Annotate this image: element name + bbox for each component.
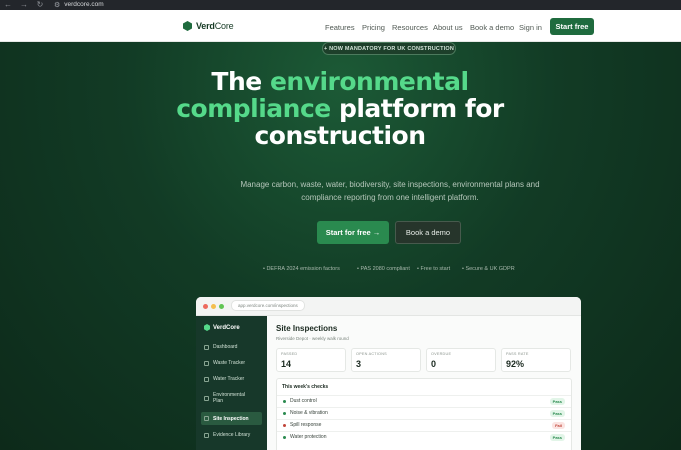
sidebar-item-evidence-library[interactable]: Evidence Library bbox=[201, 430, 262, 440]
status-dot-icon bbox=[283, 436, 286, 439]
status-dot-icon bbox=[283, 412, 286, 415]
sidebar-item-label: Site Inspection bbox=[213, 415, 249, 422]
announcement-badge[interactable]: + NOW MANDATORY FOR UK CONSTRUCTION bbox=[322, 42, 456, 55]
book-demo-button[interactable]: Book a demo bbox=[395, 221, 461, 244]
sidebar-item-water-tracker[interactable]: Water Tracker bbox=[201, 374, 262, 384]
stat-card-pass-rate: PASS RATE 92% bbox=[501, 348, 571, 372]
stat-label: PASS RATE bbox=[506, 352, 529, 356]
check-row[interactable]: Spill response Fail bbox=[277, 419, 571, 431]
check-row[interactable]: Dust control Pass bbox=[277, 395, 571, 407]
stat-card-open-actions: OPEN ACTIONS 3 bbox=[351, 348, 421, 372]
browser-toolbar: ← → ↻ ⚙ verdcore.com bbox=[0, 0, 681, 10]
check-row[interactable]: Water protection Pass bbox=[277, 431, 571, 443]
hero-headline: The environmental compliance platform fo… bbox=[150, 68, 530, 149]
sidebar-item-label: Environmental Plan bbox=[213, 392, 245, 404]
checks-title: This week's checks bbox=[282, 384, 329, 390]
sidebar-item-label: Evidence Library bbox=[213, 432, 251, 438]
brand-name-bold: Verd bbox=[196, 21, 215, 31]
feature-item: • Secure & UK GDPR bbox=[462, 266, 515, 272]
app-brand-rest: Core bbox=[226, 324, 240, 331]
dashboard-icon bbox=[204, 344, 209, 350]
app-sidebar: VerdCore Dashboard Waste Tracker Water T… bbox=[196, 316, 267, 450]
status-badge: Pass bbox=[549, 398, 565, 405]
status-dot-icon bbox=[283, 424, 286, 427]
status-badge: Fail bbox=[552, 422, 565, 429]
site-header: VerdCore Features Pricing Resources Abou… bbox=[0, 10, 681, 42]
check-label: Dust control bbox=[290, 398, 317, 404]
tune-icon[interactable]: ⚙ bbox=[54, 1, 60, 9]
minimize-dot-icon bbox=[211, 304, 216, 309]
document-icon bbox=[204, 395, 209, 401]
address-bar[interactable]: ⚙ verdcore.com bbox=[54, 0, 104, 10]
page-title: Site Inspections bbox=[276, 324, 338, 333]
feature-item: • Free to start bbox=[417, 266, 451, 272]
stat-label: OVERDUE bbox=[431, 352, 452, 356]
trash-icon bbox=[204, 360, 209, 366]
app-main-panel: Site Inspections Riverside Depot · weekl… bbox=[267, 316, 581, 450]
hexagon-logo-icon bbox=[183, 21, 192, 31]
feature-item: • DEFRA 2024 emission factors bbox=[263, 266, 340, 272]
status-badge: Pass bbox=[549, 434, 565, 441]
sidebar-item-site-inspection[interactable]: Site Inspection bbox=[201, 412, 262, 425]
brand-logo[interactable]: VerdCore bbox=[183, 21, 234, 31]
check-label: Water protection bbox=[290, 434, 327, 440]
stat-card-overdue: OVERDUE 0 bbox=[426, 348, 496, 372]
status-badge: Pass bbox=[549, 410, 565, 417]
sidebar-item-label: Dashboard bbox=[213, 344, 238, 350]
check-label: Spill response bbox=[290, 422, 322, 428]
app-window-bar: app.verdcore.com/inspections bbox=[196, 297, 581, 316]
sidebar-item-dashboard[interactable]: Dashboard bbox=[201, 342, 262, 352]
nav-link-resources[interactable]: Resources bbox=[392, 23, 428, 32]
stat-card-passed: PASSED 14 bbox=[276, 348, 346, 372]
check-label: Noise & vibration bbox=[290, 410, 328, 416]
water-drop-icon bbox=[204, 376, 209, 382]
nav-link-about[interactable]: About us bbox=[433, 23, 463, 32]
check-row[interactable]: Noise & vibration Pass bbox=[277, 407, 571, 419]
nav-link-book-demo[interactable]: Book a demo bbox=[470, 23, 514, 32]
stat-value: 14 bbox=[281, 359, 292, 369]
page-subtitle: Riverside Depot · weekly walk round bbox=[276, 336, 349, 341]
close-dot-icon bbox=[203, 304, 208, 309]
nav-link-sign-in[interactable]: Sign in bbox=[519, 23, 542, 32]
sidebar-item-label: Waste Tracker bbox=[213, 360, 246, 366]
app-brand-bold: Verd bbox=[213, 324, 227, 331]
app-brand-name: VerdCore bbox=[213, 325, 240, 331]
reload-icon[interactable]: ↻ bbox=[36, 0, 44, 10]
address-url[interactable]: verdcore.com bbox=[64, 0, 103, 10]
nav-link-features[interactable]: Features bbox=[325, 23, 355, 32]
maximize-dot-icon bbox=[219, 304, 224, 309]
status-dot-icon bbox=[283, 400, 286, 403]
app-preview-window: app.verdcore.com/inspections VerdCore Da… bbox=[196, 297, 581, 450]
sidebar-item-label: Water Tracker bbox=[213, 376, 245, 382]
arrow-left-icon[interactable]: ← bbox=[4, 0, 12, 10]
arrow-right-icon[interactable]: → bbox=[20, 0, 28, 10]
brand-name-rest: Core bbox=[214, 21, 234, 31]
start-for-free-button[interactable]: Start for free → bbox=[317, 221, 389, 244]
feature-item: • PAS 2080 compliant bbox=[357, 266, 410, 272]
hero-section: + NOW MANDATORY FOR UK CONSTRUCTION The … bbox=[0, 42, 681, 450]
folder-icon bbox=[204, 432, 209, 438]
app-brand-logo: VerdCore bbox=[204, 324, 240, 331]
stat-value: 0 bbox=[431, 359, 437, 369]
hexagon-logo-icon bbox=[204, 324, 210, 331]
brand-name: VerdCore bbox=[196, 21, 234, 31]
stat-label: PASSED bbox=[281, 352, 298, 356]
nav-link-pricing[interactable]: Pricing bbox=[362, 23, 385, 32]
stat-value: 92% bbox=[506, 359, 525, 369]
weekly-checks-card: This week's checks Dust control Pass Noi… bbox=[276, 378, 572, 450]
stat-label: OPEN ACTIONS bbox=[356, 352, 387, 356]
headline-part-1: The bbox=[211, 67, 270, 96]
sidebar-item-environmental-plan[interactable]: Environmental Plan bbox=[201, 390, 262, 406]
app-url: app.verdcore.com/inspections bbox=[231, 300, 305, 311]
hero-subtitle: Manage carbon, waste, water, biodiversit… bbox=[240, 180, 540, 202]
stat-value: 3 bbox=[356, 359, 362, 369]
start-free-button[interactable]: Start free bbox=[550, 18, 594, 35]
sidebar-item-waste-tracker[interactable]: Waste Tracker bbox=[201, 358, 262, 368]
clipboard-icon bbox=[204, 416, 209, 421]
